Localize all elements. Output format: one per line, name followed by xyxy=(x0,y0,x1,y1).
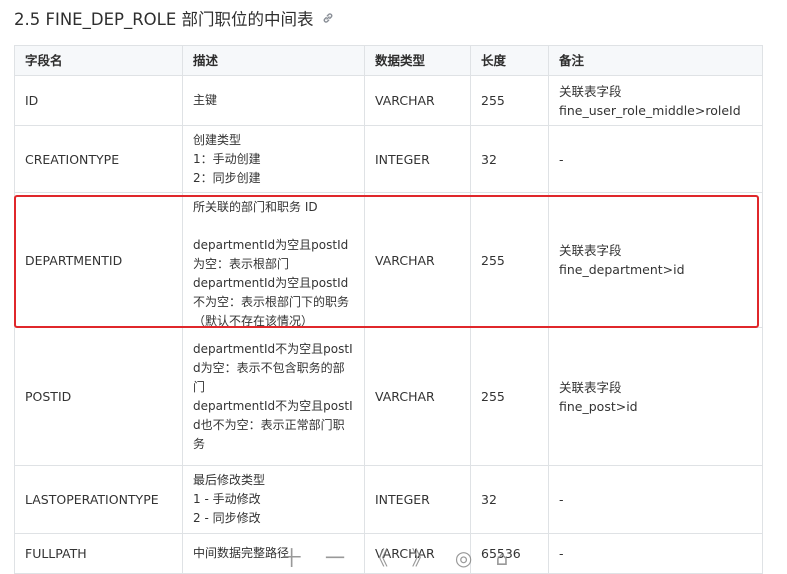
field-name-cell: ID xyxy=(14,75,183,126)
next-icon[interactable]: 》 xyxy=(412,548,432,568)
rotate-icon[interactable]: ◎ xyxy=(455,548,472,568)
table-row: ID 主键 VARCHAR 255 关联表字段 fine_user_role_m… xyxy=(14,75,763,126)
note-cell: - xyxy=(548,465,763,534)
column-header-type: 数据类型 xyxy=(364,45,471,76)
note-cell: 关联表字段 fine_department>id xyxy=(548,192,763,328)
note-cell: 关联表字段 fine_user_role_middle>roleId xyxy=(548,75,763,126)
column-header-field: 字段名 xyxy=(14,45,183,76)
table-row: LASTOPERATIONTYPE 最后修改类型 1 - 手动修改 2 - 同步… xyxy=(14,465,763,534)
table-row: DEPARTMENTID 所关联的部门和职务 ID departmentId为空… xyxy=(14,192,763,328)
description-cell: 最后修改类型 1 - 手动修改 2 - 同步修改 xyxy=(182,465,365,534)
column-header-description: 描述 xyxy=(182,45,365,76)
length-cell: 255 xyxy=(470,75,549,126)
section-heading: 2.5 FINE_DEP_ROLE 部门职位的中间表 xyxy=(14,6,334,30)
type-cell: INTEGER xyxy=(364,125,471,193)
field-name-cell: FULLPATH xyxy=(14,533,183,574)
note-cell: 关联表字段 fine_post>id xyxy=(548,327,763,466)
delete-icon[interactable]: ⌂ xyxy=(496,548,509,568)
field-name-cell: DEPARTMENTID xyxy=(14,192,183,328)
description-cell: departmentId不为空且postId为空：表示不包含职务的部门 depa… xyxy=(182,327,365,466)
column-header-length: 长度 xyxy=(470,45,549,76)
link-icon[interactable] xyxy=(322,12,334,24)
length-cell: 255 xyxy=(470,192,549,328)
image-viewer-toolbar: 十 一 《 》 ◎ ⌂ xyxy=(270,548,520,568)
table-row: POSTID departmentId不为空且postId为空：表示不包含职务的… xyxy=(14,327,763,466)
note-cell: - xyxy=(548,533,763,574)
length-cell: 255 xyxy=(470,327,549,466)
table-row: CREATIONTYPE 创建类型 1：手动创建 2：同步创建 INTEGER … xyxy=(14,125,763,193)
field-name-cell: CREATIONTYPE xyxy=(14,125,183,193)
note-cell: - xyxy=(548,125,763,193)
section-title: 2.5 FINE_DEP_ROLE 部门职位的中间表 xyxy=(14,10,314,29)
field-name-cell: LASTOPERATIONTYPE xyxy=(14,465,183,534)
description-cell: 所关联的部门和职务 ID departmentId为空且postId为空：表示根… xyxy=(193,199,350,327)
field-table: 字段名 描述 数据类型 长度 备注 ID 主键 VARCHAR 255 关联表字… xyxy=(14,45,763,574)
type-cell: VARCHAR xyxy=(364,192,471,328)
table-header-row: 字段名 描述 数据类型 长度 备注 xyxy=(14,45,763,76)
description-cell: 主键 xyxy=(182,75,365,126)
type-cell: VARCHAR xyxy=(364,327,471,466)
prev-icon[interactable]: 《 xyxy=(368,548,388,568)
length-cell: 32 xyxy=(470,465,549,534)
description-cell-wrapper: 所关联的部门和职务 ID departmentId为空且postId为空：表示根… xyxy=(182,192,365,328)
zoom-in-icon[interactable]: 十 xyxy=(282,548,302,568)
length-cell: 32 xyxy=(470,125,549,193)
type-cell: INTEGER xyxy=(364,465,471,534)
zoom-out-icon[interactable]: 一 xyxy=(325,548,345,568)
type-cell: VARCHAR xyxy=(364,75,471,126)
description-cell: 创建类型 1：手动创建 2：同步创建 xyxy=(182,125,365,193)
column-header-note: 备注 xyxy=(548,45,763,76)
field-name-cell: POSTID xyxy=(14,327,183,466)
